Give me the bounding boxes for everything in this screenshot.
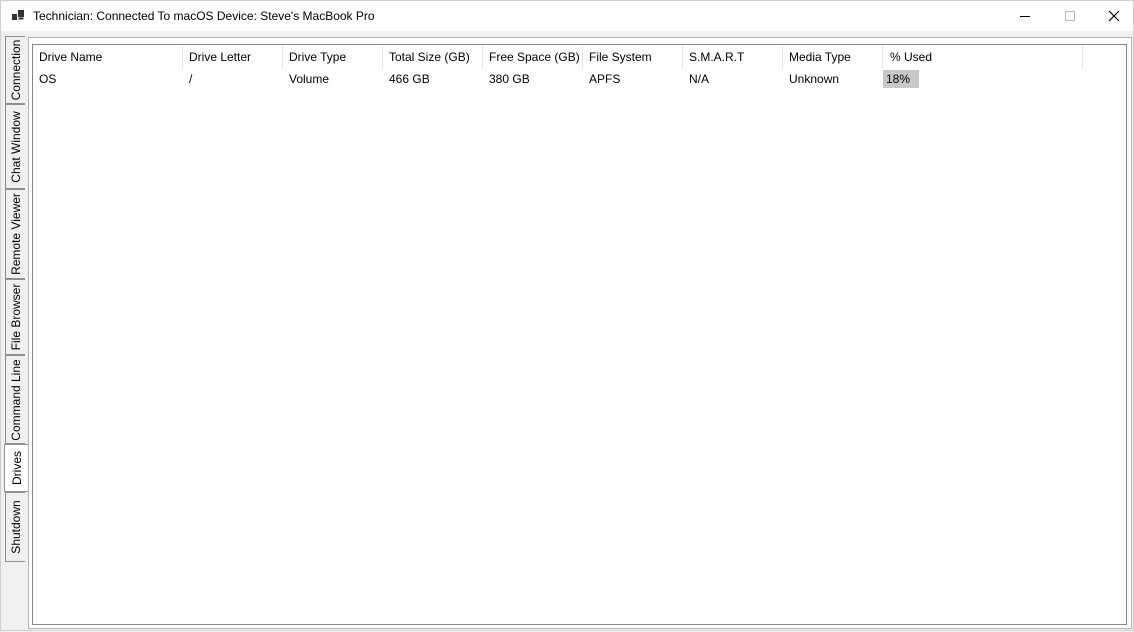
column-header-file-system[interactable]: File System	[583, 45, 683, 69]
table-row[interactable]: OS / Volume 466 GB 380 GB APFS N/A Unkno…	[33, 69, 1126, 89]
window-title: Technician: Connected To macOS Device: S…	[33, 9, 375, 23]
drives-panel: Drive Name Drive Letter Drive Type Total…	[28, 37, 1132, 629]
cell-drive-letter: /	[189, 72, 193, 86]
close-icon	[1108, 10, 1120, 22]
vertical-tab-strip: Connection Chat Window Remote Viewer Fil…	[1, 34, 29, 632]
column-header-total-size[interactable]: Total Size (GB)	[383, 45, 483, 69]
column-header-drive-name[interactable]: Drive Name	[33, 45, 183, 69]
maximize-button[interactable]	[1047, 1, 1093, 31]
close-button[interactable]	[1091, 1, 1134, 31]
cell-total-size: 466 GB	[389, 72, 430, 86]
title-bar[interactable]: Technician: Connected To macOS Device: S…	[1, 1, 1133, 31]
minimize-button[interactable]	[1002, 1, 1048, 31]
maximize-icon	[1065, 11, 1075, 21]
cell-drive-type: Volume	[289, 72, 330, 86]
cell-media-type: Unknown	[789, 72, 840, 86]
column-header-drive-letter[interactable]: Drive Letter	[183, 45, 283, 69]
technician-window: Technician: Connected To macOS Device: S…	[0, 0, 1134, 631]
tab-label: Chat Window	[8, 110, 23, 183]
tab-label: Connection	[8, 39, 23, 101]
tab-label: File Browser	[8, 283, 23, 351]
cell-file-system: APFS	[589, 72, 621, 86]
cell-percent-used: 18%	[886, 72, 911, 86]
cell-smart: N/A	[689, 72, 710, 86]
column-header-percent-used[interactable]: % Used	[883, 45, 1083, 69]
table-header: Drive Name Drive Letter Drive Type Total…	[33, 45, 1126, 69]
percent-used-bar: 18%	[883, 70, 919, 88]
minimize-icon	[1020, 16, 1030, 17]
tab-label: Remote Viewer	[8, 193, 23, 275]
column-header-drive-type[interactable]: Drive Type	[283, 45, 383, 69]
tab-shutdown[interactable]: Shutdown	[5, 492, 25, 562]
tab-remote-viewer[interactable]: Remote Viewer	[5, 189, 25, 279]
tab-file-browser[interactable]: File Browser	[5, 279, 25, 355]
tab-drives[interactable]: Drives	[4, 444, 28, 492]
column-header-media-type[interactable]: Media Type	[783, 45, 883, 69]
app-icon	[12, 10, 24, 20]
tab-label: Shutdown	[8, 500, 23, 554]
column-header-smart[interactable]: S.M.A.R.T	[683, 45, 783, 69]
tab-chat-window[interactable]: Chat Window	[5, 104, 25, 189]
drives-list[interactable]: Drive Name Drive Letter Drive Type Total…	[32, 44, 1127, 625]
tab-label: Drives	[9, 450, 24, 486]
tab-command-line[interactable]: Command Line	[5, 355, 25, 444]
tab-connection[interactable]: Connection	[5, 36, 25, 104]
cell-free-space: 380 GB	[489, 72, 530, 86]
cell-drive-name: OS	[39, 72, 57, 86]
tab-label: Command Line	[8, 358, 23, 441]
column-header-free-space[interactable]: Free Space (GB)	[483, 45, 583, 69]
